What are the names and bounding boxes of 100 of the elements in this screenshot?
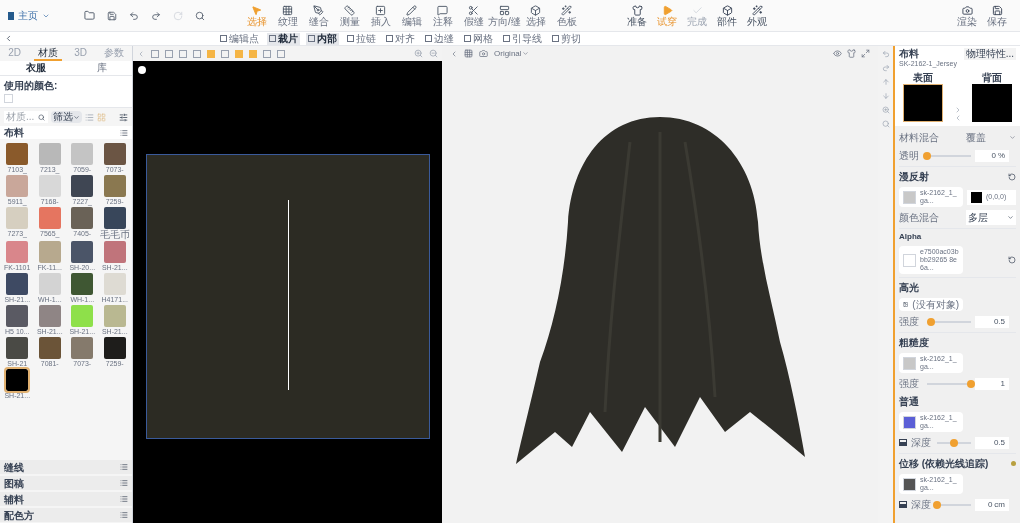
fabric-swatch[interactable]	[71, 143, 94, 165]
edit-tool[interactable]: 网格	[462, 32, 495, 45]
fabric-swatch[interactable]	[71, 273, 94, 295]
fabric-swatch[interactable]	[38, 143, 61, 165]
fabric-swatch[interactable]	[71, 305, 94, 327]
fabric-swatch[interactable]	[38, 241, 61, 263]
blend-dropdown[interactable]: 多层	[966, 210, 1016, 225]
chevron-left-icon[interactable]	[137, 49, 145, 58]
fabric-swatch[interactable]	[103, 273, 126, 295]
sub-tab[interactable]: 库	[96, 62, 107, 74]
front-swatch[interactable]	[903, 84, 943, 122]
undo-icon[interactable]	[129, 10, 139, 21]
redo-icon[interactable]	[151, 10, 161, 21]
undo-icon[interactable]	[881, 50, 890, 58]
section-header[interactable]: 图稿	[0, 476, 132, 490]
refresh-icon[interactable]	[173, 10, 183, 21]
camera-icon[interactable]	[479, 49, 488, 58]
chevron-left-icon[interactable]	[450, 49, 458, 58]
tool-button[interactable]: 注释	[427, 4, 458, 27]
tool-button[interactable]: 测量	[334, 4, 365, 27]
tool-button[interactable]: 色板	[551, 4, 582, 27]
fabric-swatch[interactable]	[6, 207, 29, 229]
slider-thumb[interactable]	[933, 500, 941, 509]
tool-button[interactable]: 纹理	[272, 4, 303, 27]
edit-tool[interactable]: 裁片	[267, 32, 300, 45]
redo-icon[interactable]	[881, 64, 890, 72]
texture-slot[interactable]: (没有对象)	[899, 298, 963, 311]
tool-button[interactable]: 编辑	[396, 4, 427, 27]
tool-button[interactable]: 部件	[712, 4, 742, 27]
tool-button[interactable]: 渲染	[952, 4, 982, 27]
fabric-swatch[interactable]	[103, 143, 126, 165]
fabric-swatch[interactable]	[6, 337, 29, 359]
menu-icon[interactable]	[120, 511, 128, 519]
fabric-swatch[interactable]	[38, 175, 61, 197]
slider-thumb[interactable]	[967, 379, 975, 388]
slider-thumb[interactable]	[923, 151, 931, 160]
tool-button[interactable]: 选择	[520, 4, 551, 27]
fabric-swatch[interactable]	[38, 337, 61, 359]
view-mode-dropdown[interactable]: Original	[494, 47, 529, 60]
section-header[interactable]: 缝线	[0, 460, 132, 474]
fabric-swatch[interactable]	[6, 143, 29, 165]
fabric-swatch[interactable]	[6, 273, 29, 295]
fabric-swatch[interactable]	[71, 241, 94, 263]
filter-dropdown[interactable]: 筛选	[51, 111, 82, 123]
sub-tab[interactable]: 衣服	[25, 62, 46, 74]
value-field[interactable]: 0 %	[975, 149, 1009, 162]
fabric-swatch[interactable]	[6, 305, 29, 327]
menu-icon[interactable]	[120, 495, 128, 503]
tool-button[interactable]: 保存	[982, 4, 1012, 27]
tool-button[interactable]: 插入	[365, 4, 396, 27]
shirt-icon[interactable]	[847, 49, 856, 58]
grid-icon[interactable]	[464, 49, 473, 58]
edit-tool[interactable]: 编辑点	[218, 32, 261, 45]
reset-icon[interactable]	[1008, 256, 1016, 264]
back-swatch[interactable]	[972, 84, 1012, 122]
fabric-swatch[interactable]	[103, 305, 126, 327]
edit-tool[interactable]: 边缝	[423, 32, 456, 45]
home-menu[interactable]: 主页	[8, 8, 68, 23]
zoom-in-icon[interactable]	[881, 106, 890, 114]
value-field[interactable]: 0.5	[975, 436, 1009, 449]
fabric-swatch[interactable]	[103, 207, 126, 229]
section-header[interactable]: 布料	[0, 126, 132, 139]
fabric-swatch[interactable]	[6, 369, 29, 391]
folder-icon[interactable]	[84, 10, 95, 21]
sort-icon[interactable]	[119, 112, 128, 122]
eye-icon[interactable]	[833, 49, 842, 58]
fabric-swatch[interactable]	[103, 241, 126, 263]
search-icon[interactable]	[195, 10, 205, 21]
grid-view-icon[interactable]	[97, 112, 106, 122]
edit-tool[interactable]: 对齐	[384, 32, 417, 45]
search-field[interactable]: 材质...	[4, 111, 48, 123]
fabric-swatch[interactable]	[6, 175, 29, 197]
slider[interactable]	[937, 438, 971, 447]
tool-button[interactable]: 准备	[622, 4, 652, 27]
up-arrow-icon[interactable]	[881, 78, 890, 86]
collapse-icon[interactable]	[4, 34, 13, 43]
save-icon[interactable]	[107, 10, 117, 21]
tool-button[interactable]: 方向/缝	[489, 4, 520, 27]
tool-button[interactable]: 外观	[742, 4, 772, 27]
zoom-out-icon[interactable]	[429, 49, 438, 58]
physics-button[interactable]: 物理特性...	[963, 48, 1016, 60]
menu-icon[interactable]	[120, 463, 128, 471]
fabric-swatch[interactable]	[71, 337, 94, 359]
menu-icon[interactable]	[120, 128, 128, 137]
fabric-swatch[interactable]	[38, 305, 61, 327]
edit-tool[interactable]: 剪切	[550, 32, 583, 45]
fabric-swatch[interactable]	[103, 175, 126, 197]
section-header[interactable]: 辅料	[0, 492, 132, 506]
value-field[interactable]: 0 cm	[975, 498, 1009, 511]
zoom-in-icon[interactable]	[414, 49, 423, 58]
fabric-swatch[interactable]	[71, 175, 94, 197]
slider[interactable]	[927, 317, 971, 326]
edit-tool[interactable]: 内部	[306, 32, 339, 45]
list-view-icon[interactable]	[85, 112, 94, 122]
tool-button[interactable]: 假缝	[458, 4, 489, 27]
fabric-swatch[interactable]	[103, 337, 126, 359]
value-field[interactable]: 1	[975, 377, 1009, 390]
value-field[interactable]: 0.5	[975, 315, 1009, 328]
slider-thumb[interactable]	[950, 438, 958, 447]
tool-button[interactable]: 缝合	[303, 4, 334, 27]
